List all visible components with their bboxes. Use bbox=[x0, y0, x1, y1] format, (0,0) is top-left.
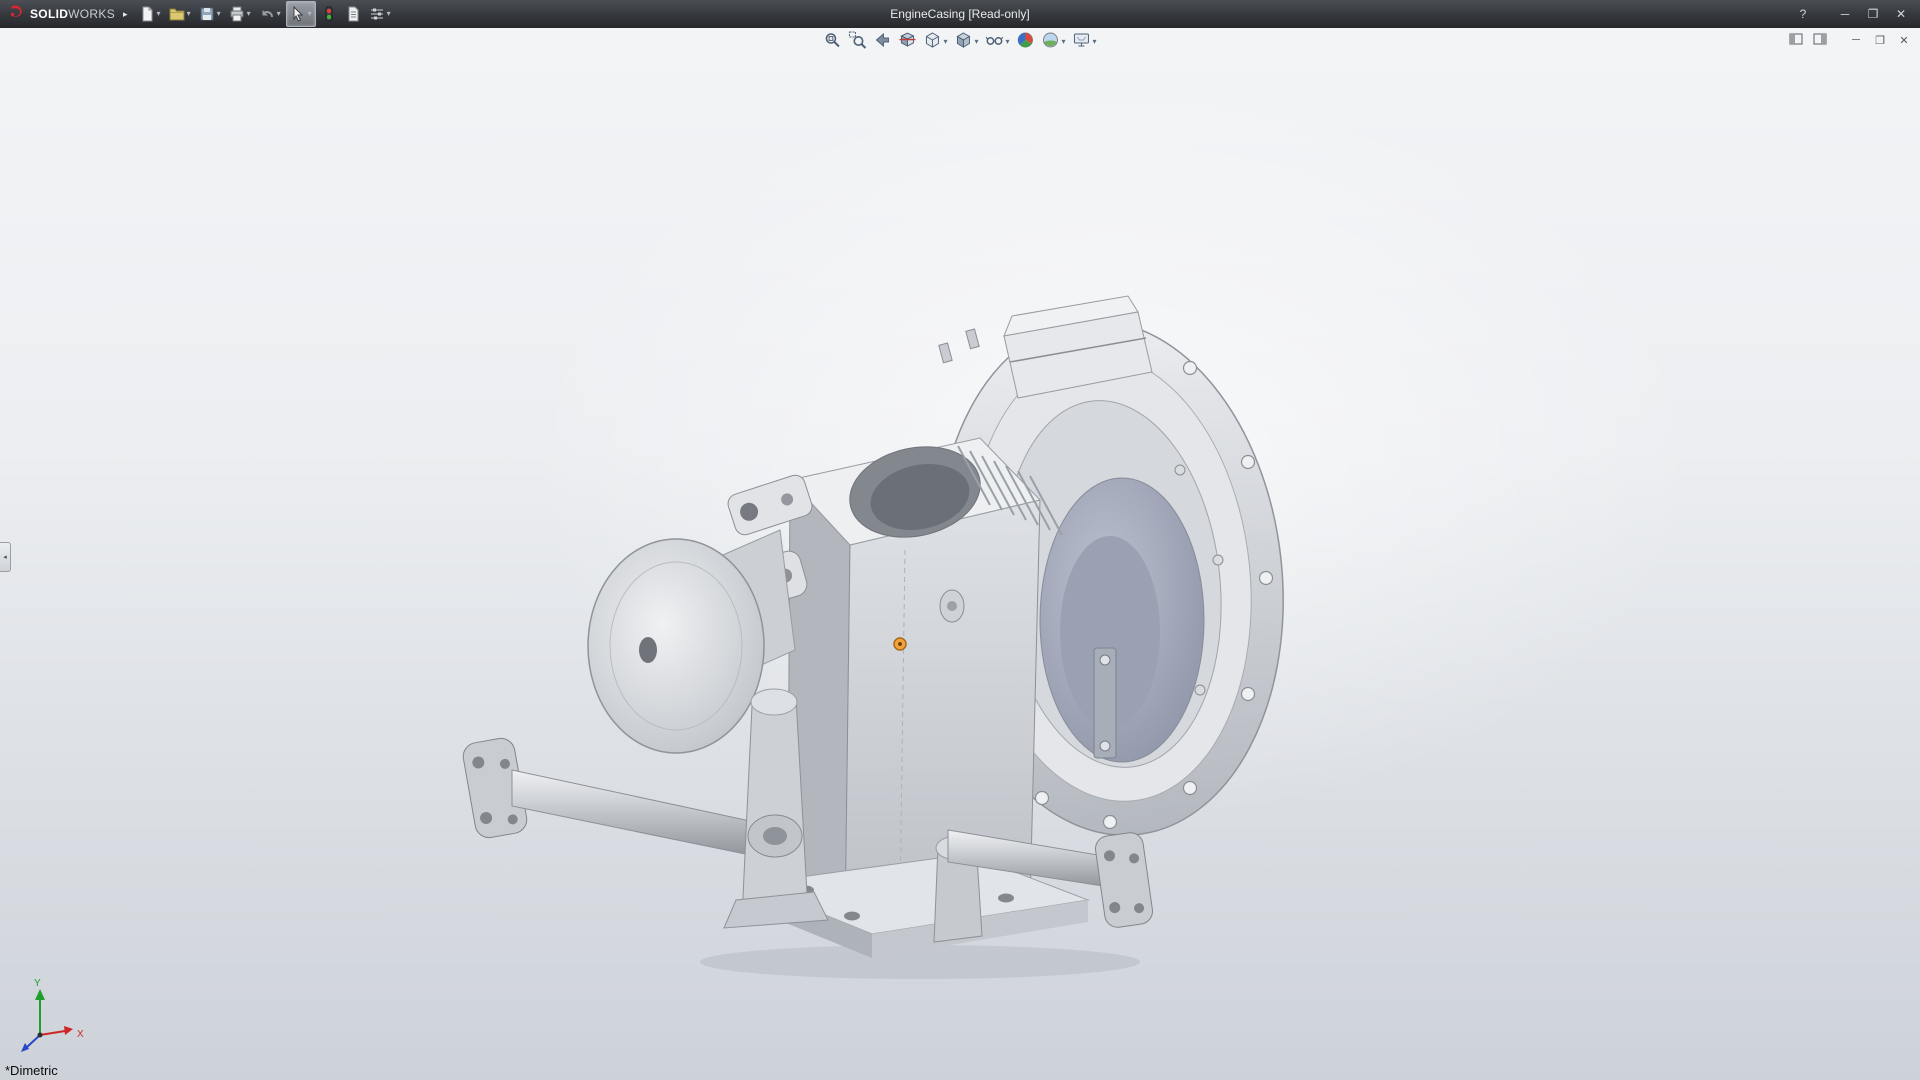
zoom-to-fit-icon bbox=[823, 31, 841, 54]
dropdown-arrow-icon[interactable]: ▾ bbox=[387, 10, 391, 18]
triad-x-label: X bbox=[77, 1029, 84, 1040]
print-button[interactable]: ▾ bbox=[226, 2, 254, 26]
dropdown-arrow-icon[interactable]: ▾ bbox=[277, 10, 281, 18]
file-properties-button[interactable] bbox=[342, 2, 364, 26]
display-style-cube-icon bbox=[954, 31, 972, 54]
view-orientation-button[interactable]: ▾ bbox=[921, 30, 949, 54]
zoom-to-area-button[interactable] bbox=[846, 30, 868, 54]
document-title: EngineCasing [Read-only] bbox=[890, 0, 1029, 28]
graphics-area[interactable]: ▾ ▾ ▾ ▾ ▾ ─ ❐ ✕ bbox=[0, 28, 1920, 1080]
solidworks-logo-icon bbox=[8, 3, 25, 25]
triad-y-label: Y bbox=[34, 978, 41, 989]
titlebar: SOLIDWORKS ▸ ▾ ▾ ▾ ▾ ▾ ▾ bbox=[0, 0, 1920, 28]
dropdown-arrow-icon[interactable]: ▾ bbox=[974, 38, 978, 46]
standard-toolbar: ▾ ▾ ▾ ▾ ▾ ▾ ▾ bbox=[136, 1, 394, 27]
pane-left-icon bbox=[1789, 33, 1803, 48]
print-icon bbox=[229, 6, 245, 22]
dropdown-arrow-icon[interactable]: ▾ bbox=[1005, 38, 1009, 46]
dropdown-arrow-icon[interactable]: ▾ bbox=[308, 10, 312, 18]
app-window-controls: ? ─ ❐ ✕ bbox=[1790, 3, 1920, 25]
select-button[interactable]: ▾ bbox=[286, 1, 316, 27]
select-cursor-icon bbox=[290, 6, 306, 22]
section-view-button[interactable] bbox=[896, 30, 918, 54]
solidworks-logo: SOLIDWORKS bbox=[0, 3, 119, 25]
app-close-button[interactable]: ✕ bbox=[1888, 3, 1914, 25]
section-view-icon bbox=[898, 31, 916, 54]
edit-appearance-ball-icon bbox=[1017, 31, 1035, 54]
save-button[interactable]: ▾ bbox=[196, 2, 224, 26]
hide-show-glasses-icon bbox=[985, 31, 1003, 54]
help-button[interactable]: ? bbox=[1790, 3, 1816, 25]
doc-restore-button[interactable]: ❐ bbox=[1870, 31, 1890, 49]
dropdown-arrow-icon[interactable]: ▾ bbox=[217, 10, 221, 18]
view-orientation-label: *Dimetric bbox=[5, 1063, 58, 1078]
zoom-to-area-icon bbox=[848, 31, 866, 54]
undo-button[interactable]: ▾ bbox=[256, 2, 284, 26]
rebuild-button[interactable] bbox=[318, 2, 340, 26]
app-minimize-button[interactable]: ─ bbox=[1832, 3, 1858, 25]
edit-appearance-button[interactable] bbox=[1015, 30, 1037, 54]
open-folder-icon bbox=[169, 6, 185, 22]
triad-x-axis bbox=[40, 1031, 65, 1035]
view-orientation-cube-icon bbox=[923, 31, 941, 54]
file-properties-icon bbox=[345, 6, 361, 22]
save-icon bbox=[199, 6, 215, 22]
brand-text: SOLIDWORKS bbox=[30, 7, 115, 21]
dropdown-arrow-icon[interactable]: ▾ bbox=[943, 38, 947, 46]
left-shaft[interactable] bbox=[461, 736, 755, 856]
display-style-button[interactable]: ▾ bbox=[952, 30, 980, 54]
new-document-button[interactable]: ▾ bbox=[136, 2, 164, 26]
triad-z-axis bbox=[27, 1035, 40, 1047]
selection-marker[interactable] bbox=[894, 638, 906, 650]
options-button[interactable]: ▾ bbox=[366, 2, 394, 26]
rebuild-stoplight-icon bbox=[321, 6, 337, 22]
featuremanager-collapsed-tab[interactable]: ◂ bbox=[0, 542, 11, 572]
view-settings-icon bbox=[1073, 31, 1091, 54]
dropdown-arrow-icon[interactable]: ▾ bbox=[187, 10, 191, 18]
pane-right-icon bbox=[1813, 33, 1827, 48]
doc-close-button[interactable]: ✕ bbox=[1894, 31, 1914, 49]
dropdown-arrow-icon[interactable]: ▾ bbox=[247, 10, 251, 18]
undo-icon bbox=[259, 6, 275, 22]
doc-minimize-button[interactable]: ─ bbox=[1846, 31, 1866, 49]
previous-view-button[interactable] bbox=[871, 30, 893, 54]
new-document-icon bbox=[139, 6, 155, 22]
zoom-to-fit-button[interactable] bbox=[821, 30, 843, 54]
options-icon bbox=[369, 6, 385, 22]
document-window-controls: ─ ❐ ✕ bbox=[1786, 31, 1914, 49]
previous-view-icon bbox=[873, 31, 891, 54]
menu-expand-arrow-icon[interactable]: ▸ bbox=[123, 9, 128, 20]
view-settings-button[interactable]: ▾ bbox=[1071, 30, 1099, 54]
model-shadow bbox=[700, 945, 1140, 979]
dropdown-arrow-icon[interactable]: ▾ bbox=[157, 10, 161, 18]
engine-casing-model[interactable] bbox=[0, 28, 1920, 1080]
pane-toggle-right-button[interactable] bbox=[1810, 31, 1830, 49]
dropdown-arrow-icon[interactable]: ▾ bbox=[1093, 38, 1097, 46]
orientation-triad: Y X bbox=[4, 975, 96, 1063]
heads-up-view-toolbar: ▾ ▾ ▾ ▾ ▾ bbox=[821, 30, 1098, 54]
app-restore-button[interactable]: ❐ bbox=[1860, 3, 1886, 25]
apply-scene-globe-icon bbox=[1042, 31, 1060, 54]
apply-scene-button[interactable]: ▾ bbox=[1040, 30, 1068, 54]
open-button[interactable]: ▾ bbox=[166, 2, 194, 26]
dropdown-arrow-icon[interactable]: ▾ bbox=[1062, 38, 1066, 46]
hide-show-items-button[interactable]: ▾ bbox=[983, 30, 1011, 54]
pane-toggle-left-button[interactable] bbox=[1786, 31, 1806, 49]
